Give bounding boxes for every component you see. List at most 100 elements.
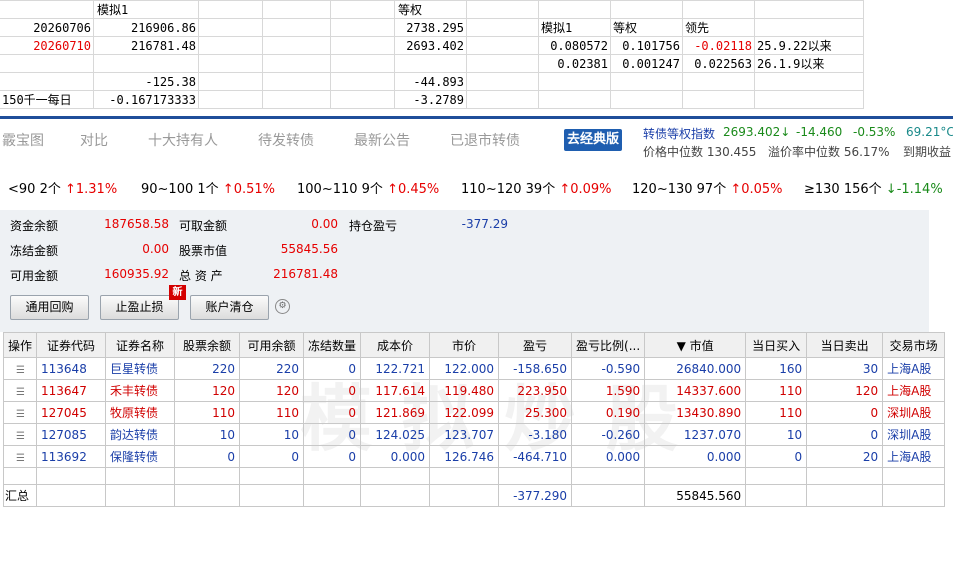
positions-table: 操作 证券代码 证券名称 股票余额 可用余额 冻结数量 成本价 市价 盈亏 盈亏… [2,332,946,507]
cell-code: 113692 [36,445,107,468]
total-empty-cell [36,484,107,507]
nav-item-compare[interactable]: 对比 [80,130,108,150]
total-row: 汇总 -377.290 55845.560 [2,484,946,507]
empty-cell [174,467,241,485]
col-header-frozen[interactable]: 冻结数量 [303,332,362,358]
classic-version-button[interactable]: 去经典版 [564,129,622,151]
total-assets-value: 216781.48 [273,267,338,281]
col-header-name[interactable]: 证券名称 [105,332,176,358]
row-menu-icon[interactable]: ☰ [2,379,38,402]
nav-item-delisted[interactable]: 已退市转债 [450,130,520,150]
bucket-110-120[interactable]: 110~120 39个 ↑0.09% [461,178,612,197]
cell-market: 上海A股 [882,357,946,380]
col-header-buy-today[interactable]: 当日买入 [745,332,808,358]
repo-button[interactable]: 通用回购 [10,295,89,320]
col-header-cost[interactable]: 成本价 [360,332,431,358]
index-label[interactable]: 转债等权指数 [643,125,715,142]
empty-cell [2,467,38,485]
table-row[interactable]: ☰ 113692 保隆转债 0 0 0 0.000 126.746 -464.710 0.000 0… [2,445,946,468]
cell-cost: 122.721 [360,357,431,380]
col-header-code[interactable]: 证券代码 [36,332,107,358]
cell-pnl: -3.180 [498,423,573,446]
col-header-op[interactable]: 操作 [2,332,38,358]
side-note-1: 25.9.22以来 [757,39,832,53]
col-header-price[interactable]: 市价 [429,332,500,358]
cell-name: 巨星转债 [105,357,176,380]
col-header-pnl[interactable]: 盈亏 [498,332,573,358]
side-header-a: 模拟1 [541,21,573,35]
bucket-range: <90 2个 [8,182,61,197]
row-menu-icon[interactable]: ☰ [2,423,38,446]
cell-code: 113648 [36,357,107,380]
col-header-market[interactable]: 交易市场 [882,332,946,358]
cell-balance: 10 [174,423,241,446]
col-header-sell-today[interactable]: 当日卖出 [806,332,884,358]
cell-buy-today: 0 [745,445,808,468]
bucket-100-110[interactable]: 100~110 9个 ↑0.45% [297,178,439,197]
cell-balance: 0 [174,445,241,468]
table-row[interactable]: ☰ 113648 巨星转债 220 220 0 122.721 122.000 -158.650… [2,357,946,380]
row-menu-icon[interactable]: ☰ [2,401,38,424]
cell-pnl-pct: -0.260 [571,423,646,446]
bucket-lt90[interactable]: <90 2个 ↑1.31% [8,178,117,197]
cell-frozen: 0 [303,445,362,468]
empty-cell [429,467,500,485]
cell-price: 123.707 [429,423,500,446]
cell-price: 119.480 [429,379,500,402]
row-menu-icon[interactable]: ☰ [2,357,38,380]
clear-account-button[interactable]: 账户清仓 [190,295,269,320]
nav-item-chart[interactable]: 霰宝图 [2,130,44,150]
cell-sell-today: 120 [806,379,884,402]
bucket-90-100[interactable]: 90~100 1个 ↑0.51% [141,178,275,197]
total-empty-cell [806,484,884,507]
empty-cell [498,467,573,485]
cell-code: 113647 [36,379,107,402]
empty-cell [806,467,884,485]
table-row[interactable]: ☰ 127045 牧原转债 110 110 0 121.869 122.099 25.300 0.… [2,401,946,424]
settings-icon[interactable]: ⚙ [275,299,290,314]
stop-profit-loss-button[interactable]: 止盈止损 [100,295,179,320]
total-empty-cell [360,484,431,507]
total-empty-cell [303,484,362,507]
cell-balance: 110 [174,401,241,424]
table-row[interactable]: ☰ 127085 韵达转债 10 10 0 124.025 123.707 -3.180 -0.2… [2,423,946,446]
col-header-market-value[interactable]: ▼ 市值 [644,332,747,358]
cell-market-value: 0.000 [644,445,747,468]
bucket-120-130[interactable]: 120~130 97个 ↑0.05% [632,178,783,197]
nav-item-holders[interactable]: 十大持有人 [148,130,218,150]
empty-cell [882,467,946,485]
stock-value-value: 55845.56 [280,242,338,256]
col-header-pnl-pct[interactable]: 盈亏比例(... [571,332,646,358]
bucket-ge130[interactable]: ≥130 156个 ↓-1.14% [804,178,943,197]
cell-market-value: 26840.000 [644,357,747,380]
side-header-c: 领先 [685,21,710,35]
cell-pnl-pct: 1.590 [571,379,646,402]
cell-frozen: 0 [303,401,362,424]
cell-name: 保隆转债 [105,445,176,468]
cell-market: 上海A股 [882,445,946,468]
cell-name: 禾丰转债 [105,379,176,402]
cell-buy-today: 10 [745,423,808,446]
side-header-b: 等权 [613,21,638,35]
col-header-available[interactable]: 可用余额 [239,332,305,358]
nav-item-announcements[interactable]: 最新公告 [354,130,410,150]
total-pnl: -377.290 [498,484,573,507]
table-row[interactable]: ☰ 113647 禾丰转债 120 120 0 117.614 119.480 223.950 1… [2,379,946,402]
col-header-balance[interactable]: 股票余额 [174,332,241,358]
index-temperature: 69.21°C [906,125,953,139]
empty-cell [644,467,747,485]
index-pct: -0.53% [853,125,896,139]
cell-cost: 0.000 [360,445,431,468]
cell-name: 牧原转债 [105,401,176,424]
cell-pnl: 223.950 [498,379,573,402]
bucket-range: 110~120 39个 [461,182,556,197]
cell-market: 上海A股 [882,379,946,402]
cell-code: 127045 [36,401,107,424]
cell-available: 120 [239,379,305,402]
bucket-range: 90~100 1个 [141,182,219,197]
row-menu-icon[interactable]: ☰ [2,445,38,468]
sheet-diff-value: -125.38 [145,75,196,89]
nav-item-pending[interactable]: 待发转债 [258,130,314,150]
sheet-date-1: 20260706 [33,21,91,35]
sheet-eq-1: 2738.295 [406,21,464,35]
